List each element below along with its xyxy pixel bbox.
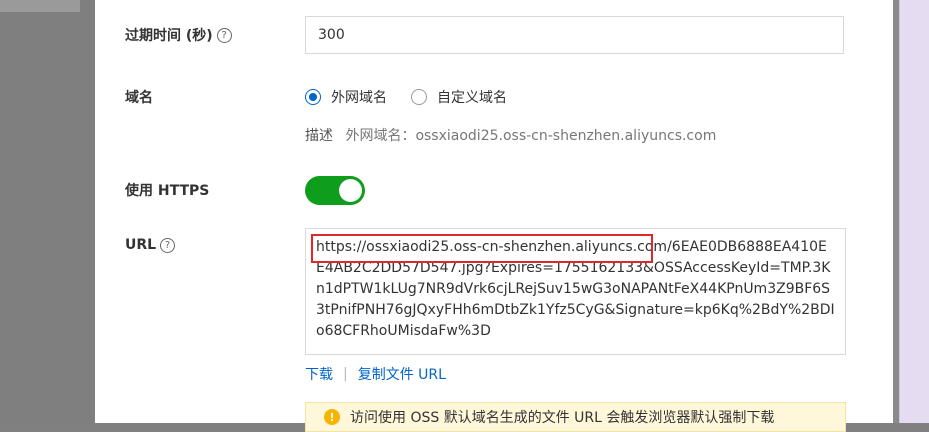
side-panel-edge [899,0,929,423]
help-icon[interactable]: ? [216,27,232,43]
copy-url-link[interactable]: 复制文件 URL [358,364,446,384]
url-label-text: URL [125,237,157,253]
warning-text: 访问使用 OSS 默认域名生成的文件 URL 会触发浏览器默认强制下载 [350,410,775,426]
https-label-text: 使用 HTTPS [125,183,210,199]
https-toggle[interactable] [305,176,365,205]
https-label: 使用 HTTPS [125,180,209,200]
url-actions: 下载 | 复制文件 URL [305,364,446,384]
domain-label: 域名 [125,87,153,107]
url-textarea[interactable]: https://ossxiaodi25.oss-cn-shenzhen.aliy… [305,228,846,355]
expire-input[interactable]: 300 [305,16,844,54]
description-value: 外网域名：ossxiaodi25.oss-cn-shenzhen.aliyunc… [345,128,717,144]
domain-radio-group: 外网域名 自定义域名 [305,87,507,107]
domain-label-text: 域名 [125,90,153,106]
expire-label: 过期时间 (秒) ? [125,25,232,45]
dialog-panel [95,0,893,423]
right-backdrop [893,0,929,423]
link-separator: | [343,366,348,382]
description-key: 描述 [305,128,333,144]
url-label: URL ? [125,237,176,253]
backdrop-bar [0,0,80,12]
radio-public-domain[interactable]: 外网域名 [305,87,387,107]
radio-custom-domain[interactable]: 自定义域名 [411,87,507,107]
expire-label-text: 过期时间 (秒) [125,28,213,44]
download-link[interactable]: 下载 [305,364,333,384]
radio-checked-icon[interactable] [305,89,321,105]
warning-banner: ! 访问使用 OSS 默认域名生成的文件 URL 会触发浏览器默认强制下载 [305,402,846,432]
radio-custom-domain-label: 自定义域名 [437,90,507,106]
help-icon[interactable]: ? [160,237,176,253]
domain-description: 描述 外网域名：ossxiaodi25.oss-cn-shenzhen.aliy… [305,125,716,145]
radio-unchecked-icon[interactable] [411,89,427,105]
radio-public-domain-label: 外网域名 [331,90,387,106]
toggle-knob [339,179,362,202]
backdrop-overlay [0,0,95,423]
